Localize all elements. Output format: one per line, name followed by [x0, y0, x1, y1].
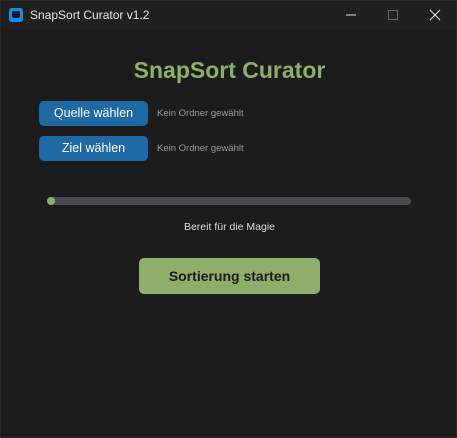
- page-title: SnapSort Curator: [133, 57, 326, 83]
- minimize-icon: [346, 14, 356, 16]
- maximize-button[interactable]: [373, 1, 413, 29]
- status-text: Bereit für die Magie: [183, 221, 276, 233]
- maximize-icon: [388, 10, 398, 20]
- select-target-button[interactable]: Ziel wählen: [39, 136, 148, 161]
- app-window: SnapSort Curator v1.2 SnapSort Curator Q…: [0, 0, 457, 438]
- progress-bar: [47, 197, 411, 205]
- source-path-label: Kein Ordner gewählt: [157, 108, 244, 119]
- close-button[interactable]: [415, 1, 455, 29]
- title-bar[interactable]: SnapSort Curator v1.2: [1, 1, 456, 29]
- minimize-button[interactable]: [331, 1, 371, 29]
- target-path-label: Kein Ordner gewählt: [157, 143, 244, 154]
- close-icon: [429, 9, 441, 21]
- select-source-button[interactable]: Quelle wählen: [39, 101, 148, 126]
- start-sorting-button[interactable]: Sortierung starten: [139, 258, 320, 294]
- progress-bar-fill: [47, 197, 55, 205]
- window-title: SnapSort Curator v1.2: [30, 8, 150, 22]
- app-icon: [9, 8, 23, 22]
